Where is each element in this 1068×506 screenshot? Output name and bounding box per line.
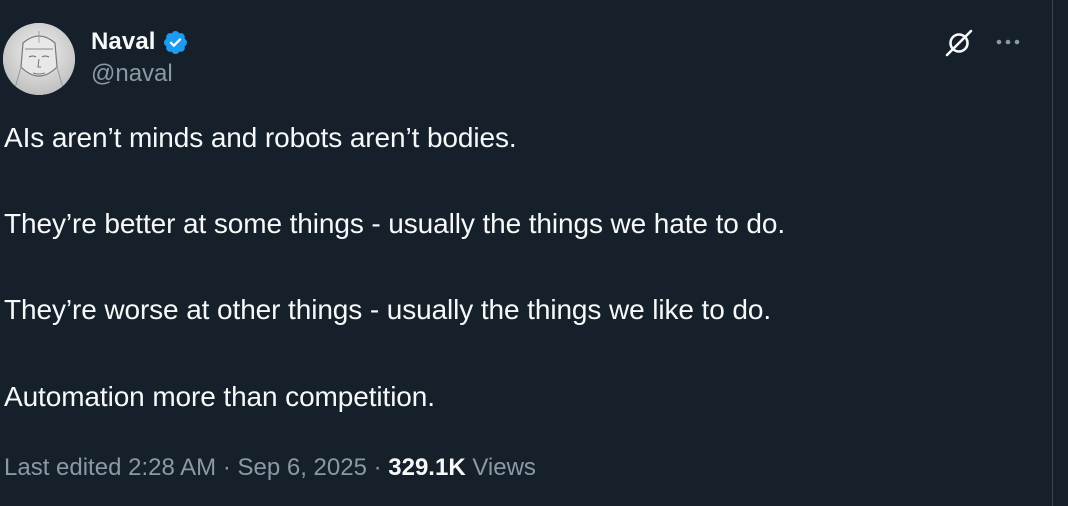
edited-label[interactable]: Last edited [4,454,121,481]
author-name-row: Naval [91,26,189,58]
tweet-text-line: They’re worse at other things - usually … [4,294,772,325]
display-name[interactable]: Naval [91,28,156,56]
more-icon[interactable] [992,30,1024,54]
tweet: Naval @naval AIs aren’t minds and robots… [0,0,1068,506]
avatar[interactable] [3,23,75,95]
column-divider [1052,0,1053,506]
tweet-text-line: AIs aren’t minds and robots aren’t bodie… [4,122,517,153]
grok-icon[interactable] [944,28,974,58]
verified-badge-icon[interactable] [162,29,189,56]
tweet-meta: Last edited 2:28 AM · Sep 6, 2025 · 329.… [4,454,536,482]
tweet-text-line: They’re better at some things - usually … [4,208,786,239]
handle[interactable]: @naval [91,60,173,88]
avatar-image [3,23,75,95]
tweet-text-line: Automation more than competition. [4,381,435,412]
views-label: Views [472,454,536,481]
meta-separator: · [366,454,389,481]
views-count[interactable]: 329.1K [388,454,465,481]
tweet-date[interactable]: Sep 6, 2025 [237,454,366,481]
tweet-time[interactable]: 2:28 AM [128,454,216,481]
meta-separator: · [216,454,238,481]
